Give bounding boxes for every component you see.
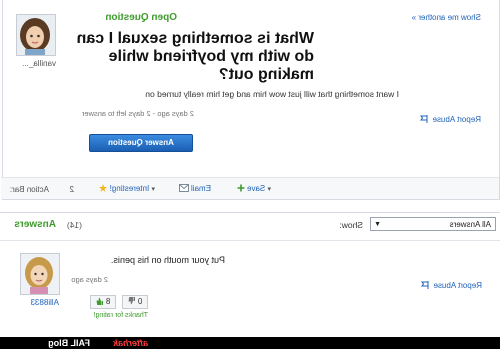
thumbs-down-count: 0	[137, 297, 143, 306]
rating-thanks: Thanks for rating!	[93, 312, 148, 319]
asker-avatar[interactable]	[16, 14, 56, 56]
question-meta: 2 days ago - 2 days left to answer	[81, 109, 194, 118]
question-title: What is something sexual I can do with m…	[76, 30, 314, 83]
report-abuse-question[interactable]: Report Abuse	[420, 109, 481, 127]
flag-icon	[421, 281, 429, 289]
action-bar: Action Bar: 2 ▾ Interesting! Email ▾ Sav…	[1, 177, 499, 199]
flag-icon	[420, 115, 428, 123]
email-label[interactable]: Email	[191, 184, 211, 193]
plus-icon	[237, 184, 245, 192]
answer-meta: 2 days ago	[71, 275, 108, 284]
email-button[interactable]: Email	[178, 184, 211, 193]
answer-text: Put your mouth on his penis.	[110, 255, 225, 265]
thumbs-down-icon	[128, 297, 135, 305]
fail-blog-footer: FAIL Blog afterhak	[0, 337, 500, 349]
thumbs-up-count: 8	[105, 297, 111, 306]
question-details: I want something that will just wow him …	[145, 89, 399, 99]
mirrored-page: vanilla_... Open Question Show me anothe…	[0, 0, 500, 349]
action-bar-label: Action Bar:	[9, 185, 49, 194]
answerer-name[interactable]: Alli8833	[31, 298, 59, 307]
question-status: Open Question	[105, 12, 177, 23]
avatar-icon	[20, 254, 59, 295]
save-label[interactable]: Save	[247, 184, 265, 193]
answer-question-button[interactable]: Answer Question	[89, 134, 193, 152]
interesting-label[interactable]: Interesting!	[110, 184, 150, 193]
interesting-button[interactable]: ▾ Interesting!	[99, 184, 155, 193]
show-label: Show:	[339, 220, 363, 230]
dropdown-arrow-icon: ▾	[267, 186, 271, 193]
thumbs-up-icon	[96, 297, 103, 305]
save-button[interactable]: ▾ Save	[237, 184, 271, 193]
report-abuse-label[interactable]: Report Abuse	[433, 115, 481, 124]
answers-filter-value: All Answers	[449, 220, 491, 229]
answers-count: (14)	[66, 220, 82, 230]
select-arrow-icon: ▼	[374, 221, 381, 228]
answers-filter-select[interactable]: All Answers ▼	[370, 217, 496, 231]
interesting-count: 2	[69, 185, 74, 194]
answerer-avatar[interactable]	[20, 253, 60, 295]
thumbs-down-button[interactable]: 0	[122, 295, 148, 309]
answers-divider	[0, 240, 500, 241]
asker-name[interactable]: vanilla_...	[8, 59, 56, 68]
answers-heading: Answers	[14, 219, 56, 230]
dropdown-arrow-icon: ▾	[151, 186, 155, 193]
question-card: vanilla_... Open Question Show me anothe…	[1, 0, 500, 200]
report-abuse-label[interactable]: Report Abuse	[434, 281, 482, 290]
thumbs-up-button[interactable]: 8	[90, 295, 116, 309]
star-icon	[99, 184, 108, 192]
partner-logo: afterhak	[112, 338, 148, 348]
answers-header: Answers (14) Show: All Answers ▼	[0, 212, 500, 234]
show-another-link[interactable]: Show me another »	[412, 13, 481, 22]
avatar-icon	[16, 15, 55, 56]
answer-item: Alli8833 Put your mouth on his penis. 2 …	[0, 248, 500, 333]
report-abuse-answer[interactable]: Report Abuse	[421, 275, 482, 293]
fail-blog-logo: FAIL Blog	[48, 338, 90, 348]
email-icon	[178, 184, 189, 192]
